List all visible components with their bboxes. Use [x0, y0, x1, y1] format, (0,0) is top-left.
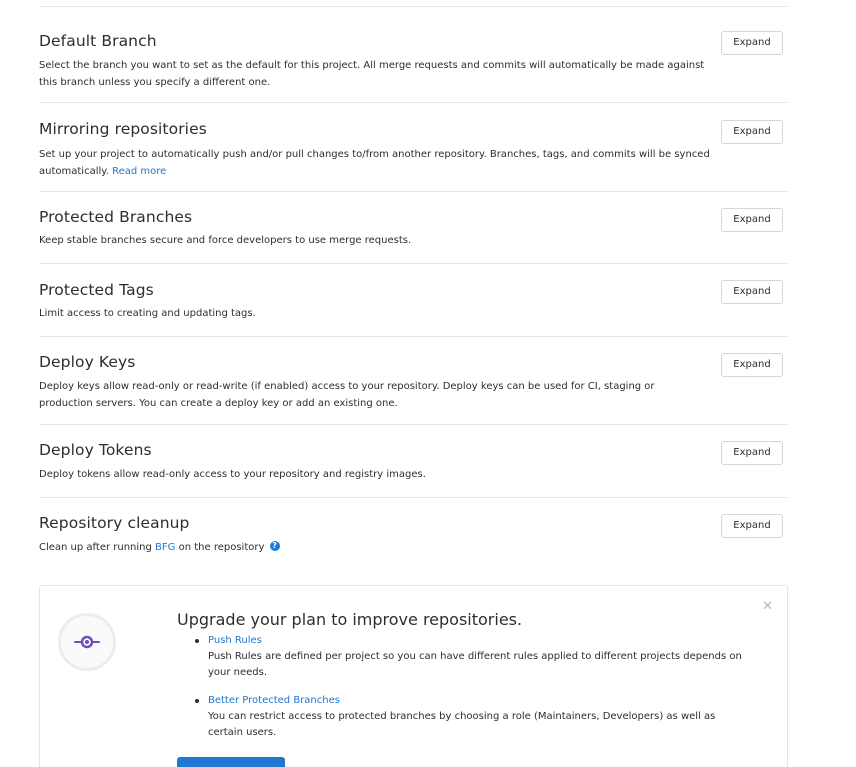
expand-button[interactable]: Expand: [721, 441, 783, 465]
section-title: Protected Tags: [39, 281, 154, 299]
read-more-link[interactable]: Read more: [112, 166, 166, 177]
expand-button[interactable]: Expand: [721, 353, 783, 377]
section-protected-branches: Protected Branches Keep stable branches …: [39, 191, 788, 263]
section-description: Select the branch you want to set as the…: [39, 60, 705, 88]
repository-illustration-icon: [74, 635, 100, 649]
section-mirroring-repositories: Mirroring repositories Set up your proje…: [39, 102, 788, 191]
section-protected-tags: Protected Tags Limit access to creating …: [39, 263, 788, 336]
promo-title: Upgrade your plan to improve repositorie…: [177, 610, 523, 629]
section-title: Deploy Tokens: [39, 441, 152, 459]
expand-button[interactable]: Expand: [721, 208, 783, 232]
section-description: Deploy keys allow read-only or read-writ…: [39, 381, 655, 409]
section-default-branch: Default Branch Select the branch you wan…: [39, 6, 788, 102]
section-deploy-tokens: Deploy Tokens Deploy tokens allow read-o…: [39, 424, 788, 497]
settings-page: Default Branch Select the branch you wan…: [0, 0, 856, 767]
upgrade-promo-panel: ✕ Upgrade your plan to improve repositor…: [39, 585, 788, 767]
section-title: Default Branch: [39, 32, 157, 50]
section-deploy-keys: Deploy Keys Deploy keys allow read-only …: [39, 336, 788, 424]
section-description: Set up your project to automatically pus…: [39, 147, 711, 180]
list-item-text: You can restrict access to protected bra…: [208, 711, 716, 738]
expand-button[interactable]: Expand: [721, 280, 783, 304]
bfg-link[interactable]: BFG: [155, 542, 175, 553]
section-title: Deploy Keys: [39, 353, 136, 371]
settings-sections: Default Branch Select the branch you wan…: [39, 6, 788, 567]
push-rules-link[interactable]: Push Rules: [208, 635, 262, 646]
section-description: Clean up after running BFG on the reposi…: [39, 540, 711, 557]
section-title: Protected Branches: [39, 208, 193, 226]
description-text: on the repository: [178, 542, 265, 553]
promo-illustration: [58, 613, 116, 671]
better-protected-branches-link[interactable]: Better Protected Branches: [208, 695, 340, 706]
section-repository-cleanup: Repository cleanup Clean up after runnin…: [39, 497, 788, 567]
expand-button[interactable]: Expand: [721, 31, 783, 55]
upgrade-plan-button[interactable]: [177, 757, 285, 767]
promo-feature-list: Push Rules Push Rules are defined per pr…: [195, 633, 748, 753]
section-description: Keep stable branches secure and force de…: [39, 235, 412, 246]
expand-button[interactable]: Expand: [721, 514, 783, 538]
close-icon[interactable]: ✕: [762, 599, 773, 614]
section-title: Mirroring repositories: [39, 120, 207, 138]
expand-button[interactable]: Expand: [721, 120, 783, 144]
question-circle-icon[interactable]: ?: [269, 541, 280, 551]
list-item: Better Protected Branches You can restri…: [195, 693, 748, 741]
section-description: Limit access to creating and updating ta…: [39, 308, 256, 319]
list-item: Push Rules Push Rules are defined per pr…: [195, 633, 748, 681]
list-item-text: Push Rules are defined per project so yo…: [208, 651, 742, 678]
description-text: Clean up after running: [39, 542, 152, 553]
section-description: Deploy tokens allow read-only access to …: [39, 469, 426, 480]
section-title: Repository cleanup: [39, 514, 190, 532]
